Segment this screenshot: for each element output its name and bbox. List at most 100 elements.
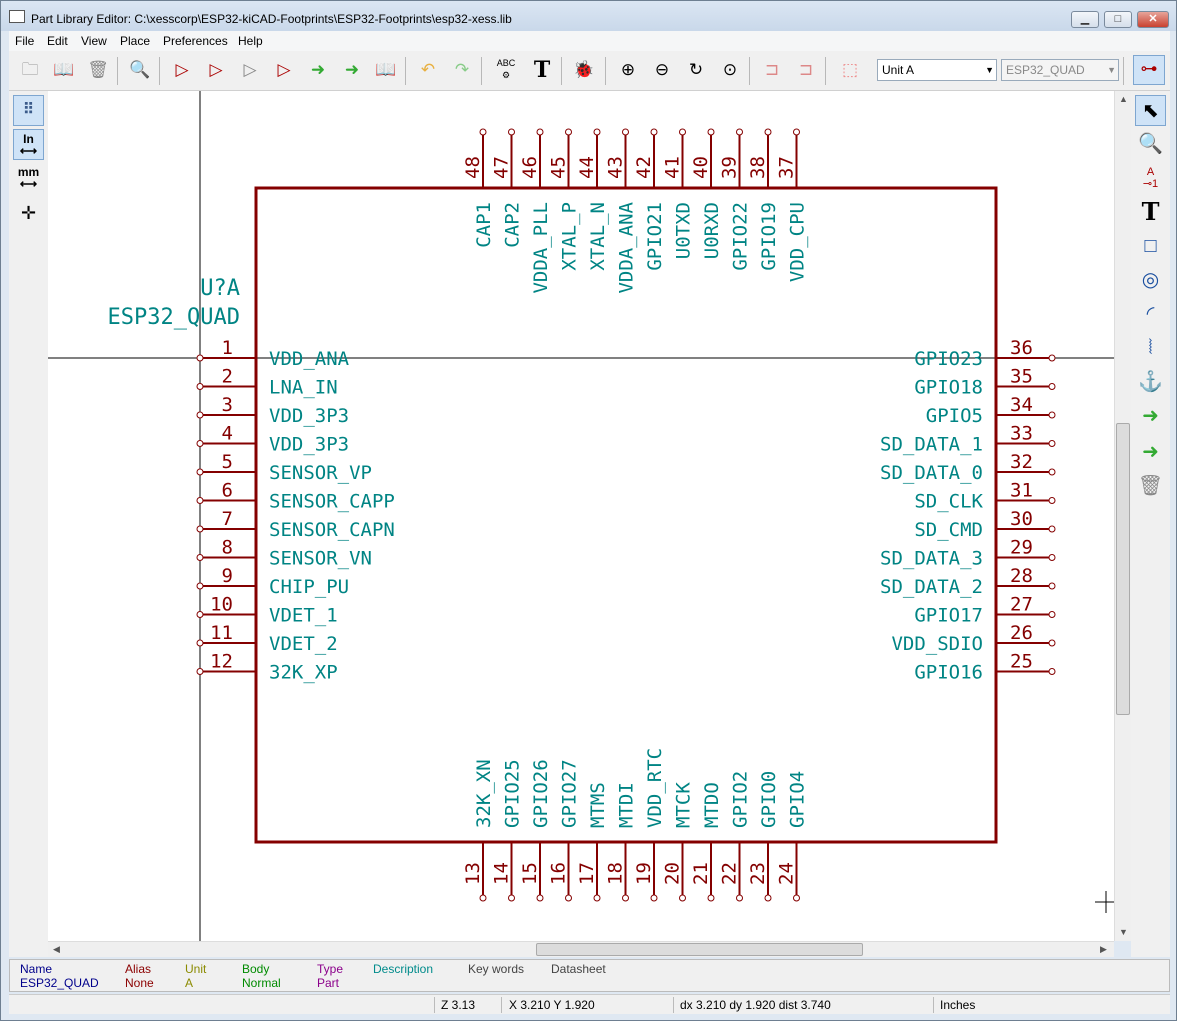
pin-end-top (479, 128, 487, 136)
horizontal-scrollbar[interactable]: ◀ ▶ (48, 941, 1114, 957)
zoom-out-icon[interactable]: ⊖ (649, 57, 675, 83)
library-browser-icon[interactable]: 🔍 (127, 57, 153, 83)
info-column: Description (373, 962, 433, 976)
pin-name-top: GPIO19 (758, 202, 780, 271)
import-part-icon[interactable]: ➜ (305, 57, 331, 83)
chevron-down-icon: ▼ (1107, 65, 1116, 75)
export-graphics-icon[interactable]: ➜ (1135, 437, 1166, 468)
redo-icon[interactable]: ↷ (449, 57, 475, 83)
vertical-scroll-thumb[interactable] (1116, 423, 1130, 715)
save-library-icon[interactable]: 🗀 (17, 57, 43, 83)
add-text-icon[interactable]: T (1135, 197, 1166, 228)
pin-number-right: 32 (1010, 451, 1033, 473)
anchor-icon[interactable]: ⚓ (1135, 367, 1166, 398)
pin-end-bottom (793, 894, 800, 902)
pin-number-top: 46 (519, 156, 541, 179)
cursor-shape-icon[interactable]: ✛ (13, 199, 44, 230)
pin-end-top (536, 128, 544, 136)
select-library-icon[interactable]: 📖 (51, 57, 77, 83)
part-properties-icon[interactable]: ABC ⚙ (493, 57, 519, 83)
pin-end-bottom (622, 894, 629, 902)
menu-help[interactable]: Help (238, 34, 263, 48)
undo-icon[interactable]: ↶ (415, 57, 441, 83)
menu-file[interactable]: File (15, 34, 34, 48)
create-library-icon[interactable]: 📖 (373, 57, 399, 83)
add-polyline-icon[interactable]: ⦚ (1135, 333, 1166, 364)
pin-end-bottom (650, 894, 658, 902)
pin-name-left: SENSOR_CAPP (269, 491, 395, 513)
pin-name-bottom: GPIO2 (730, 771, 752, 828)
pin-table-icon[interactable]: ⊶ (1133, 55, 1165, 85)
maximize-button[interactable]: □ (1104, 11, 1132, 28)
pin-name-right: GPIO23 (914, 348, 983, 370)
pin-end-right (1048, 639, 1056, 647)
menu-view[interactable]: View (81, 34, 107, 48)
pin-number-bottom: 23 (747, 862, 769, 885)
zoom-in-icon[interactable]: ⊕ (615, 57, 641, 83)
scroll-right-icon[interactable]: ▶ (1100, 944, 1107, 955)
pin-name-left: VDD_ANA (269, 348, 350, 370)
pin-end-left (196, 440, 204, 447)
delete-item-icon[interactable]: 🗑 (1135, 471, 1166, 502)
close-button[interactable]: ✕ (1137, 11, 1169, 28)
pin-end-right (1048, 497, 1056, 504)
vertical-scrollbar[interactable]: ▲ ▼ (1114, 91, 1131, 941)
scroll-left-icon[interactable]: ◀ (53, 944, 60, 955)
pin-number-text: 1 (1152, 178, 1159, 190)
pin-number-top: 40 (690, 156, 712, 179)
select-tool-icon[interactable]: ⬉ (1135, 95, 1166, 126)
save-part-icon[interactable]: ▷ (237, 57, 263, 83)
app-icon (9, 10, 25, 23)
minimize-button[interactable]: ▁ (1071, 11, 1099, 28)
grid-toggle-icon[interactable]: ⠿ (13, 95, 44, 126)
pin-number-top: 41 (662, 156, 684, 179)
menu-preferences[interactable]: Preferences (163, 34, 228, 48)
redraw-icon[interactable]: ↻ (683, 57, 709, 83)
pin-number-bottom: 19 (633, 862, 655, 885)
pin-end-left (196, 525, 204, 533)
abc-label: ABC (496, 58, 516, 68)
new-part-icon[interactable]: ▷ (169, 57, 195, 83)
horizontal-scroll-thumb[interactable] (536, 943, 863, 956)
save-part-as-icon[interactable]: ▷ (271, 57, 297, 83)
import-graphics-icon[interactable]: ➜ (1135, 401, 1166, 432)
pin-number-bottom: 14 (491, 862, 513, 885)
zoom-fit-icon[interactable]: ⊙ (717, 57, 743, 83)
delete-part-icon[interactable]: 🗑 (85, 57, 111, 83)
pin-name-bottom: 32K_XN (473, 759, 495, 828)
zoom-selection-icon[interactable]: 🔍 (1135, 129, 1166, 160)
load-part-icon[interactable]: ▷ (203, 57, 229, 83)
field-editor-icon[interactable]: T (529, 57, 555, 83)
pin-end-right (1048, 525, 1056, 533)
mm-units-button[interactable]: mm ⟷ (13, 163, 44, 194)
export-part-icon[interactable]: ➜ (339, 57, 365, 83)
pin-name-bottom: GPIO27 (559, 759, 581, 828)
add-rectangle-icon[interactable]: □ (1135, 231, 1166, 262)
scroll-up-icon[interactable]: ▲ (1119, 94, 1128, 104)
part-alias-select[interactable]: ESP32_QUAD ▼ (1001, 59, 1119, 81)
check-pins-icon[interactable]: 🐞 (571, 57, 597, 83)
pin-number-right: 36 (1010, 337, 1033, 359)
symbol-drawing[interactable]: U?A ESP32_QUAD 1 VDD_ANA 2 LNA_IN 3 VDD_3P3 4 V… (48, 91, 1114, 941)
demorgan-body-icon[interactable]: ⊐ (793, 57, 819, 83)
add-circle-icon[interactable]: ◎ (1135, 265, 1166, 296)
add-arc-icon[interactable]: ◜ (1135, 299, 1166, 330)
normal-body-icon[interactable]: ⊐ (759, 57, 785, 83)
pin-end-bottom (508, 894, 515, 902)
pin-name-top: XTAL_N (587, 202, 609, 271)
inch-units-button[interactable]: In ⟷ (13, 129, 44, 160)
pin-name-right: SD_DATA_2 (880, 576, 983, 598)
pin-number-right: 33 (1010, 423, 1033, 445)
datasheet-icon[interactable]: ⬚ (837, 57, 863, 83)
unit-select[interactable]: Unit A ▼ (877, 59, 997, 81)
add-pin-icon[interactable]: A ⊸1 (1135, 163, 1166, 194)
info-value: Normal (242, 976, 281, 990)
scroll-down-icon[interactable]: ▼ (1119, 927, 1128, 937)
pin-number-bottom: 17 (576, 862, 598, 885)
menu-edit[interactable]: Edit (47, 34, 68, 48)
menu-place[interactable]: Place (120, 34, 150, 48)
schematic-canvas[interactable]: U?A ESP32_QUAD 1 VDD_ANA 2 LNA_IN 3 VDD_3P3 4 V… (48, 91, 1114, 941)
info-header: Type (317, 962, 344, 976)
pin-number-left: 9 (222, 565, 233, 587)
pin-name-left: 32K_XP (269, 662, 338, 684)
